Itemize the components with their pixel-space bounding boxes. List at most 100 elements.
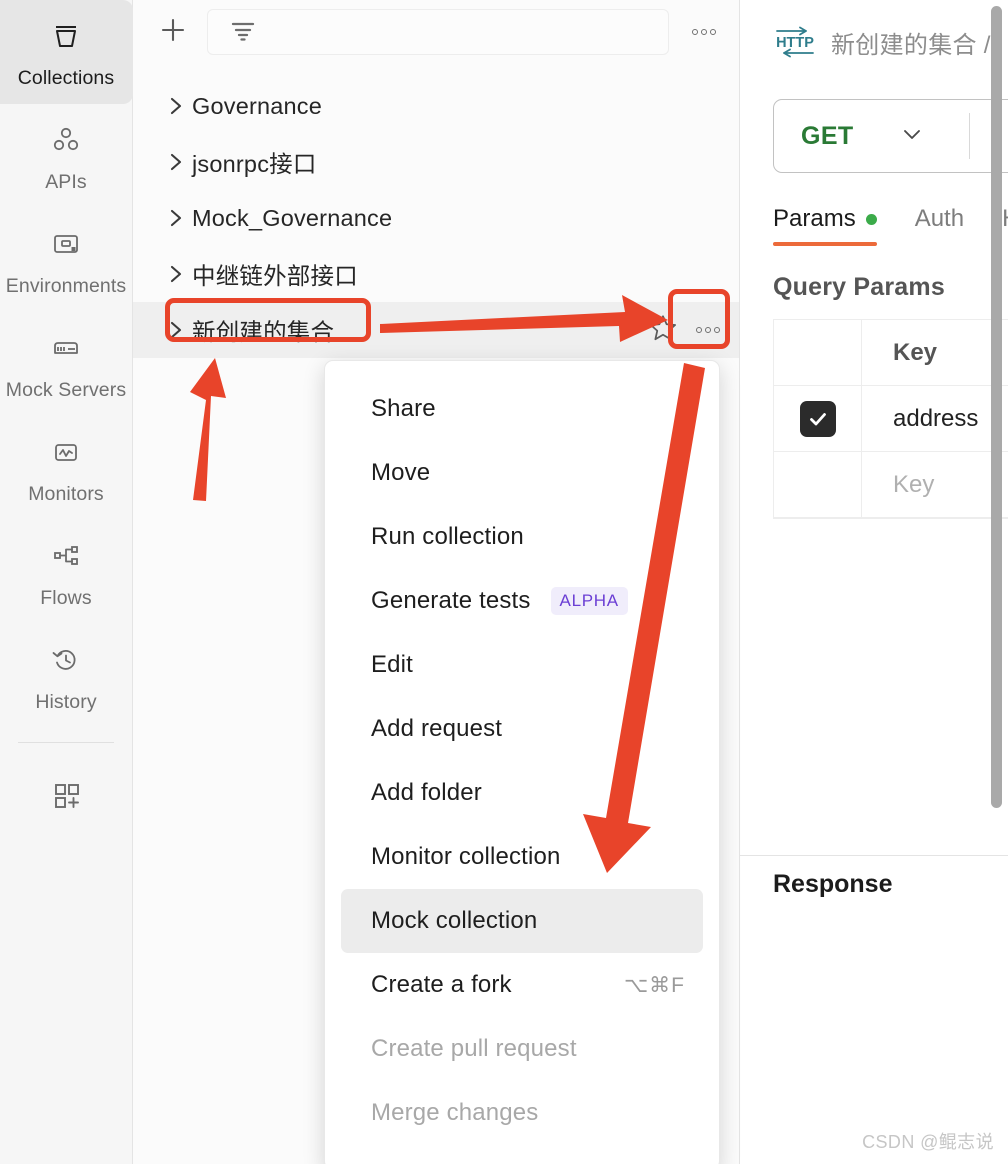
sidebar-item-flows[interactable]: Flows [0, 520, 133, 624]
chevron-down-icon [899, 129, 925, 147]
row-checkbox-cell [774, 386, 862, 451]
header-cell-key: Key [862, 320, 1008, 385]
sidebar-item-history[interactable]: History [0, 624, 133, 728]
url-divider [968, 113, 970, 159]
sidebar-item-apis[interactable]: APIs [0, 104, 133, 208]
url-bar: GET [773, 99, 1008, 173]
chevron-right-icon[interactable] [166, 95, 192, 117]
collection-name: Mock_Governance [192, 204, 393, 231]
collection-row-new-collection[interactable]: 新创建的集合 [133, 302, 739, 358]
collection-more-button[interactable] [687, 311, 729, 349]
flows-icon [45, 535, 87, 577]
query-params-table: Key address Key [773, 319, 1008, 519]
table-row-empty[interactable]: Key [774, 452, 1008, 518]
collections-icon [45, 15, 87, 57]
request-header: HTTP 新创建的集合 / [740, 0, 1008, 84]
chevron-right-icon[interactable] [166, 319, 192, 341]
menu-item-label: Generate tests [371, 587, 531, 614]
new-collection-button[interactable] [153, 12, 193, 52]
menu-item-label: Add folder [371, 779, 482, 806]
collection-name: 新创建的集合 [192, 319, 335, 345]
filter-icon [228, 17, 258, 48]
collections-more-button[interactable] [683, 12, 725, 52]
tab-headers[interactable]: H [1002, 205, 1008, 246]
history-icon [45, 639, 87, 681]
method-dropdown-button[interactable] [899, 125, 925, 148]
favorite-button[interactable] [645, 312, 681, 348]
context-menu-scrollbar[interactable] [991, 6, 1002, 808]
mock-servers-icon [45, 327, 87, 369]
menu-item-merge-changes: Merge changes [325, 1081, 719, 1145]
tab-auth[interactable]: Auth [915, 205, 964, 246]
menu-item-run-collection[interactable]: Run collection [325, 505, 719, 569]
collection-row-governance[interactable]: Governance [133, 78, 739, 134]
menu-item-label: Create pull request [371, 1035, 577, 1062]
menu-item-shortcut: ⌥⌘F [623, 973, 685, 997]
more-horizontal-icon [691, 29, 698, 35]
left-sidebar-rail: Collections APIs Environments Mock Serve… [0, 0, 133, 1164]
watermark: CSDN @鲲志说 [862, 1132, 994, 1152]
menu-item-label: Monitor collection [371, 843, 561, 870]
collection-name: 中继链外部接口 [192, 263, 358, 289]
column-header-key: Key [893, 338, 938, 366]
menu-item-share[interactable]: Share [325, 377, 719, 441]
sidebar-label: History [35, 690, 97, 713]
chevron-right-icon[interactable] [166, 263, 192, 285]
menu-item-label: Mock collection [371, 907, 538, 934]
http-method-label: GET [801, 121, 854, 150]
row-key-cell[interactable]: address [862, 386, 1008, 451]
sidebar-item-monitors[interactable]: Monitors [0, 416, 133, 520]
alpha-badge: ALPHA [550, 587, 628, 615]
chevron-right-icon[interactable] [166, 151, 192, 173]
sidebar-item-collections[interactable]: Collections [0, 0, 133, 104]
collections-toolbar [133, 0, 739, 64]
collection-row-jsonrpc[interactable]: jsonrpc接口 [133, 134, 739, 190]
plus-icon [156, 13, 190, 52]
row-checkbox-cell [774, 452, 862, 517]
menu-item-add-folder[interactable]: Add folder [325, 761, 719, 825]
row-key-cell-empty[interactable]: Key [862, 452, 1008, 517]
chevron-right-icon[interactable] [166, 207, 192, 229]
sidebar-add-panel-button[interactable] [0, 747, 133, 843]
app-root: Collections APIs Environments Mock Serve… [0, 0, 1008, 1164]
menu-item-move[interactable]: Move [325, 441, 719, 505]
menu-item-label: Create a fork [371, 971, 512, 998]
sidebar-label: Mock Servers [5, 378, 127, 401]
collection-row-mock-governance[interactable]: Mock_Governance [133, 190, 739, 246]
row-checkbox[interactable] [799, 400, 836, 437]
table-header-row: Key [774, 320, 1008, 386]
param-key-placeholder: Key [893, 470, 935, 498]
collection-name: Governance [192, 92, 323, 119]
menu-item-create-a-fork[interactable]: Create a fork ⌥⌘F [325, 953, 719, 1017]
tab-label: Params [773, 205, 856, 232]
collection-name: jsonrpc接口 [192, 151, 317, 177]
svg-text:HTTP: HTTP [776, 35, 814, 51]
menu-item-mock-collection[interactable]: Mock collection [341, 889, 703, 953]
collection-row-relay-chain[interactable]: 中继链外部接口 [133, 246, 739, 302]
more-horizontal-icon [695, 327, 702, 333]
menu-item-monitor-collection[interactable]: Monitor collection [325, 825, 719, 889]
request-pane: HTTP 新创建的集合 / GET Params Auth H [740, 0, 1008, 1164]
filter-input[interactable] [207, 9, 669, 55]
sidebar-item-mock-servers[interactable]: Mock Servers [0, 312, 133, 416]
add-panel-icon [45, 774, 87, 816]
menu-item-label: Run collection [371, 523, 524, 550]
environments-icon [45, 223, 87, 265]
menu-item-add-request[interactable]: Add request [325, 697, 719, 761]
menu-item-create-pull-request: Create pull request [325, 1017, 719, 1081]
tab-params[interactable]: Params [773, 205, 877, 246]
menu-item-label: Move [371, 459, 431, 486]
sidebar-label: Collections [17, 66, 115, 89]
tab-label: Auth [914, 205, 965, 232]
table-row[interactable]: address [774, 386, 1008, 452]
apis-icon [45, 119, 87, 161]
monitors-icon [45, 431, 87, 473]
menu-item-edit[interactable]: Edit [325, 633, 719, 697]
response-divider [740, 855, 1008, 856]
param-key-value: address [893, 404, 979, 432]
sidebar-label: Flows [40, 586, 92, 609]
menu-item-generate-tests[interactable]: Generate tests ALPHA [325, 569, 719, 633]
menu-item-label: Merge changes [371, 1099, 539, 1126]
sidebar-item-environments[interactable]: Environments [0, 208, 133, 312]
star-icon [648, 313, 678, 348]
